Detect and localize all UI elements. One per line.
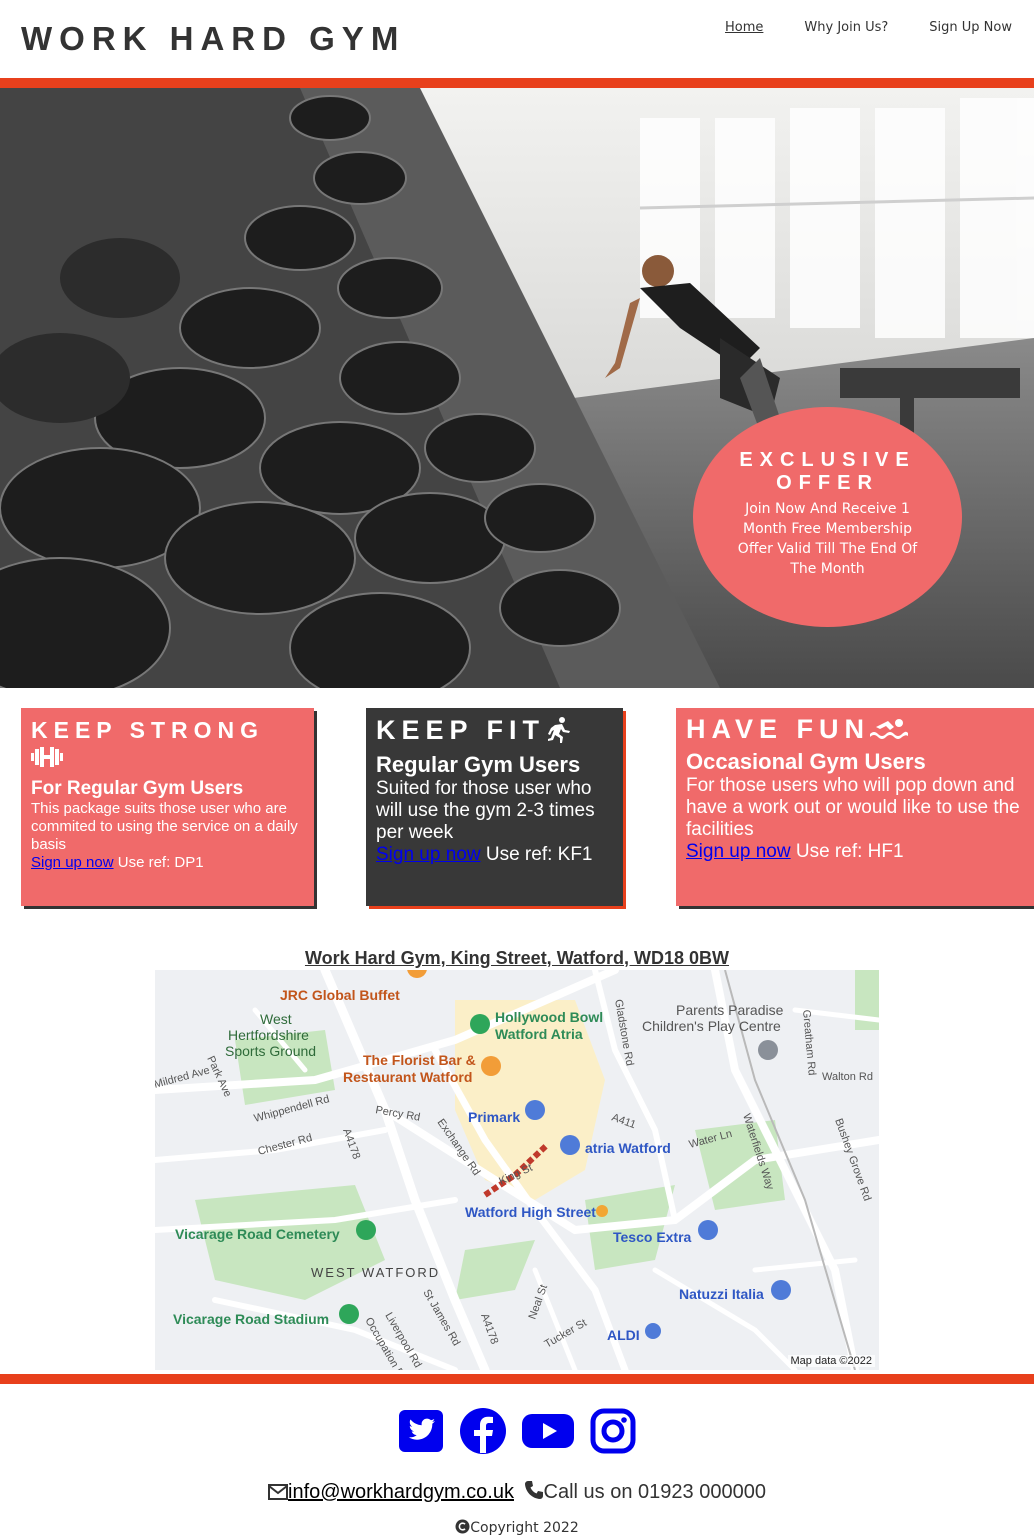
sign-up-link[interactable]: Sign up now (686, 841, 791, 862)
map-label: Tesco Extra (613, 1229, 692, 1245)
location-map[interactable]: JRC Global Buffet The Florist Bar & Rest… (155, 970, 879, 1370)
map-label: Primark (468, 1109, 520, 1125)
social-links (0, 1406, 1034, 1454)
envelope-icon (268, 1483, 289, 1506)
sign-up-link[interactable]: Sign up now (376, 844, 481, 865)
instagram-icon[interactable] (589, 1406, 637, 1454)
contact-info: info@workhardgym.co.uk Call us on 01923 … (0, 1480, 1034, 1506)
map-label: Children's Play Centre (642, 1018, 781, 1034)
map-label: Walton Rd (822, 1071, 873, 1083)
map-label: Hollywood Bowl (495, 1009, 603, 1025)
copyright-text: Copyright 2022 (470, 1520, 579, 1536)
hero-image: EXCLUSIVE OFFER Join Now And Receive 1 M… (0, 88, 1034, 688)
map-label: Hertfordshire (228, 1027, 309, 1043)
running-icon (545, 716, 573, 748)
card-title: KEEP STRONG (31, 716, 304, 774)
card-have-fun: HAVE FUN Occasional Gym Users For those … (676, 708, 1034, 906)
map-label: Parents Paradise (676, 1002, 784, 1018)
map-label: Vicarage Road Stadium (173, 1311, 329, 1327)
nav-sign-up[interactable]: Sign Up Now (929, 20, 1012, 35)
card-text: This package suits those user who are co… (31, 799, 298, 853)
map-label: ALDI (607, 1327, 640, 1343)
map-label: West (260, 1011, 292, 1027)
header-divider (0, 78, 1034, 88)
youtube-icon[interactable] (521, 1406, 575, 1454)
map-label: Watford Atria (495, 1026, 583, 1042)
gym-address[interactable]: Work Hard Gym, King Street, Watford, WD1… (0, 948, 1034, 969)
card-ref: Use ref: DP1 (117, 853, 204, 871)
map-label: atria Watford (585, 1140, 671, 1156)
card-keep-fit: KEEP FIT Regular Gym Users Suited for th… (366, 708, 623, 906)
offer-title: EXCLUSIVE OFFER (739, 449, 916, 494)
phone-icon (524, 1480, 544, 1506)
copyright-icon (455, 1519, 470, 1538)
nav-why-join[interactable]: Why Join Us? (804, 20, 888, 35)
offer-text: Join Now And Receive 1 Month Free Member… (737, 501, 918, 577)
site-header: WORK HARD GYM Home Why Join Us? Sign Up … (0, 0, 1034, 78)
map-label: Watford High Street (465, 1204, 596, 1220)
map-attribution: Map data ©2022 (787, 1355, 875, 1367)
swimmer-icon (870, 717, 909, 745)
exclusive-offer-badge[interactable]: EXCLUSIVE OFFER Join Now And Receive 1 M… (693, 407, 962, 627)
email-link[interactable]: info@workhardgym.co.uk (288, 1481, 514, 1503)
copyright: Copyright 2022 (0, 1519, 1034, 1538)
dumbbell-icon (31, 746, 63, 774)
map-label: Natuzzi Italia (679, 1286, 764, 1302)
card-text: Suited for those user who will use the g… (376, 778, 595, 843)
nav-home[interactable]: Home (725, 20, 763, 35)
map-label: Vicarage Road Cemetery (175, 1226, 340, 1242)
card-subtitle: Occasional Gym Users (686, 748, 926, 774)
card-ref: Use ref: HF1 (795, 840, 904, 862)
twitter-icon[interactable] (397, 1406, 445, 1454)
main-nav: Home Why Join Us? Sign Up Now (725, 20, 1012, 35)
site-logo[interactable]: WORK HARD GYM (21, 20, 405, 58)
map-canvas[interactable]: JRC Global Buffet The Florist Bar & Rest… (155, 970, 879, 1370)
map-label: The Florist Bar & (363, 1052, 476, 1068)
sign-up-link[interactable]: Sign up now (31, 854, 114, 871)
footer-divider (0, 1374, 1034, 1384)
card-ref: Use ref: KF1 (485, 844, 593, 865)
map-label: JRC Global Buffet (280, 987, 400, 1003)
map-label: Restaurant Watford (343, 1069, 472, 1085)
card-title: HAVE FUN (686, 716, 1024, 745)
map-label: Sports Ground (225, 1043, 316, 1059)
facebook-icon[interactable] (459, 1406, 507, 1454)
card-subtitle: For Regular Gym Users (31, 777, 244, 799)
map-label: WEST WATFORD (311, 1265, 440, 1280)
card-text: For those users who will pop down and ha… (686, 774, 1020, 840)
phone-number[interactable]: Call us on 01923 000000 (544, 1481, 766, 1503)
card-title: KEEP FIT (376, 716, 613, 748)
card-subtitle: Regular Gym Users (376, 752, 581, 777)
card-keep-strong: KEEP STRONG For Regular Gym Users This p… (21, 708, 314, 906)
